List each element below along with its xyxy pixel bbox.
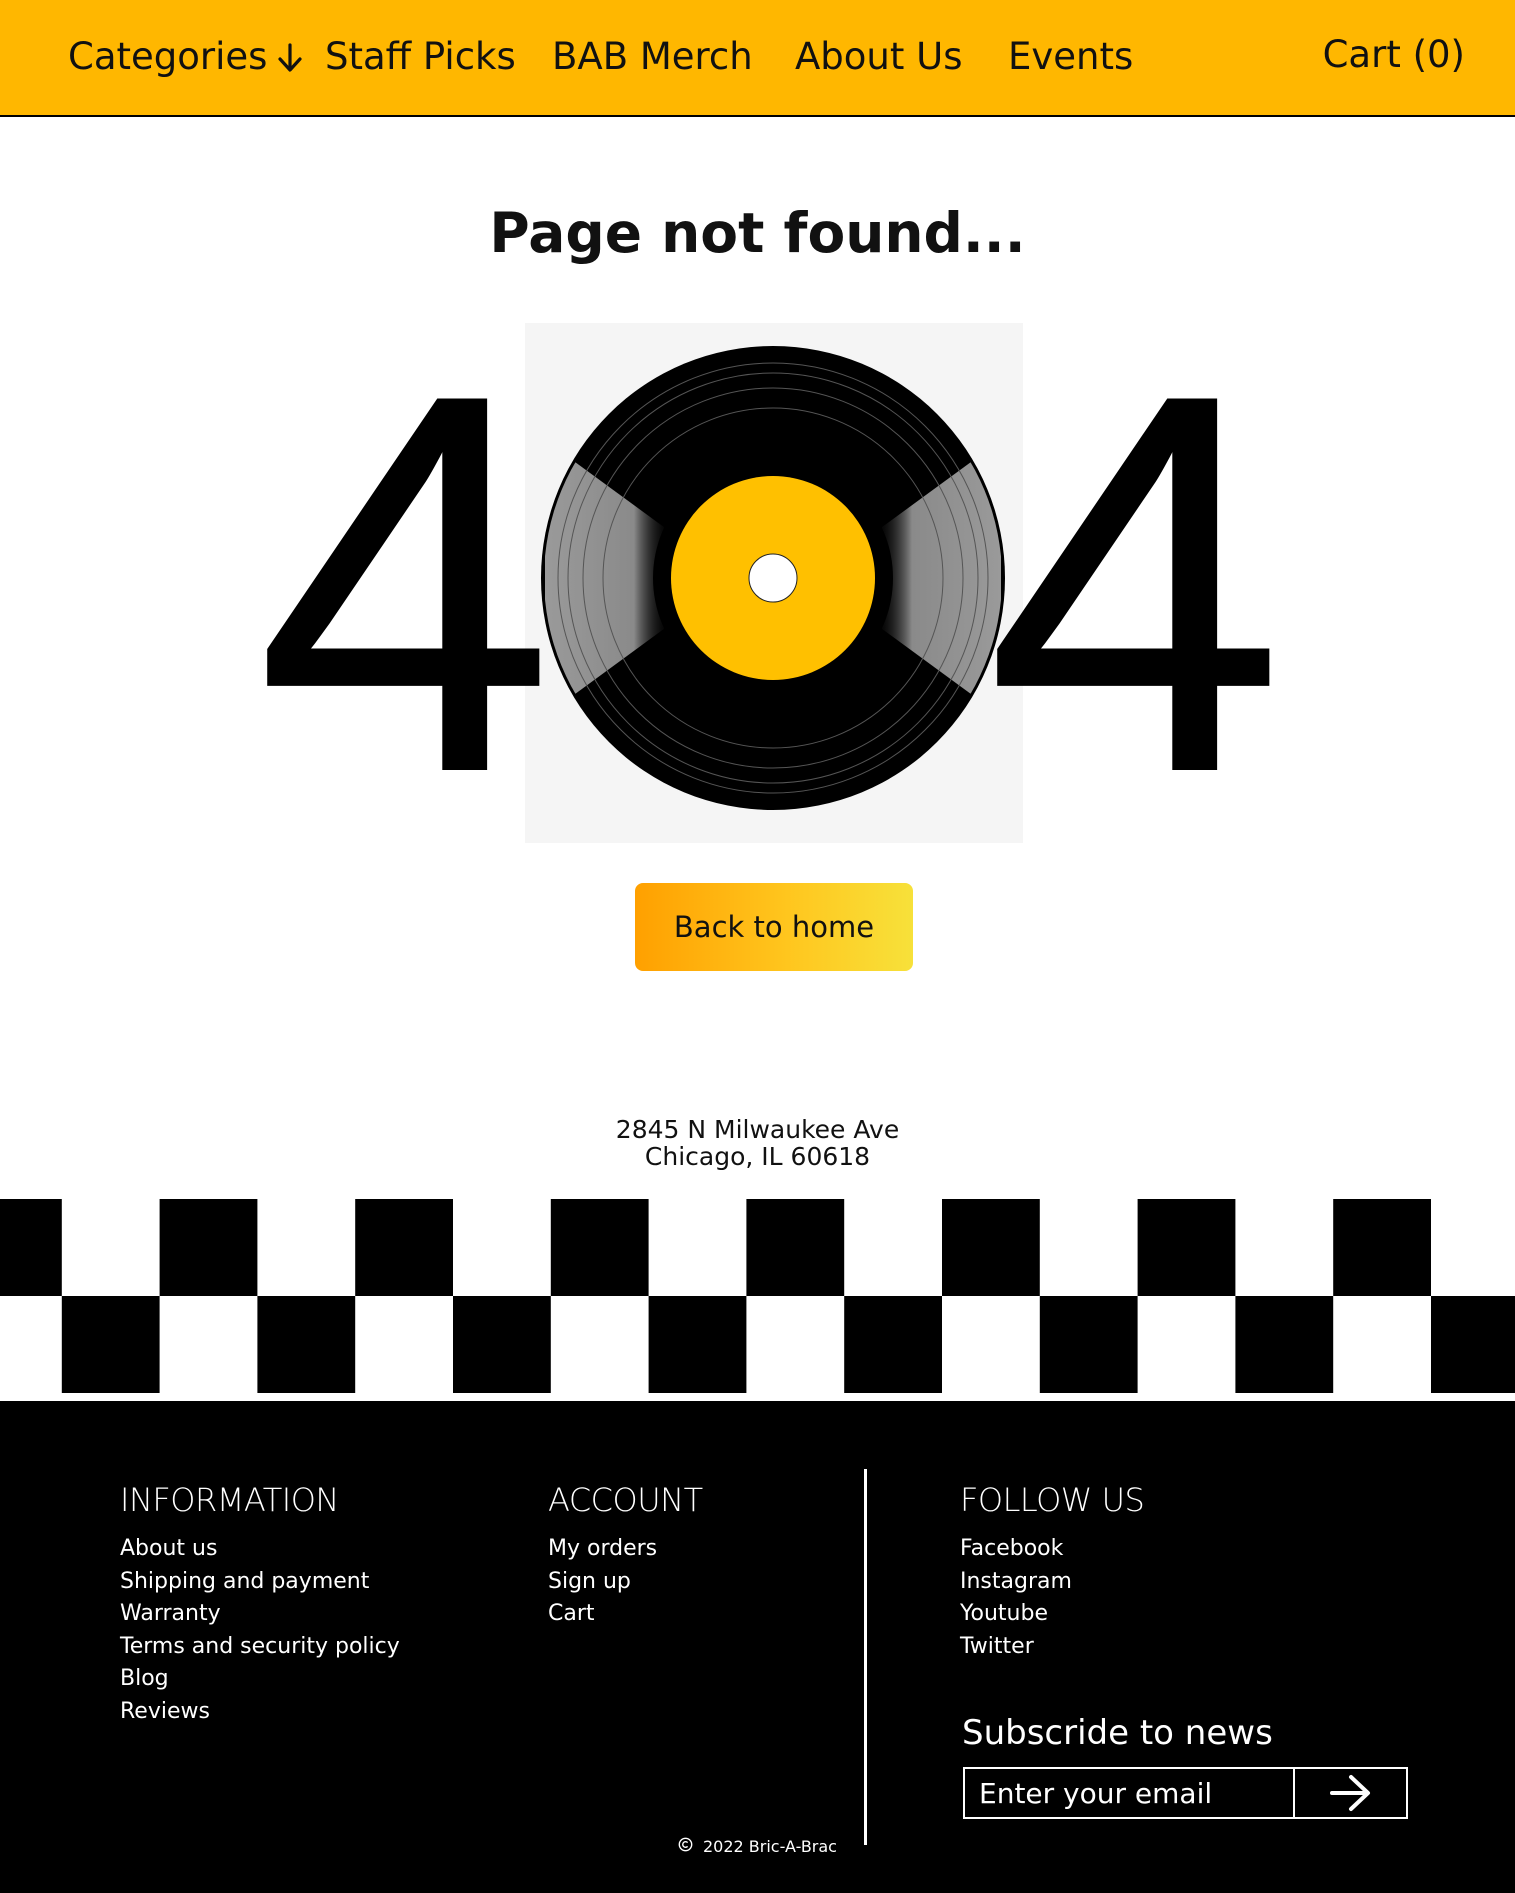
follow-list: Facebook Instagram Youtube Twitter bbox=[960, 1533, 1072, 1663]
store-address: 2845 N Milwaukee Ave Chicago, IL 60618 bbox=[0, 1116, 1515, 1170]
address-line-2: Chicago, IL 60618 bbox=[644, 1142, 871, 1171]
checker-square bbox=[355, 1199, 453, 1296]
nav-categories-label: Categories bbox=[68, 35, 268, 78]
subscribe-submit-button[interactable] bbox=[1295, 1769, 1406, 1817]
nav-events[interactable]: Events bbox=[1008, 32, 1133, 82]
footer-link-terms[interactable]: Terms and security policy bbox=[120, 1631, 400, 1664]
copyright: 2022 Bric-A-Brac bbox=[0, 1837, 1515, 1856]
subscribe-title: Subscride to news bbox=[962, 1713, 1273, 1753]
nav-staff-picks[interactable]: Staff Picks bbox=[325, 32, 516, 82]
checker-square bbox=[0, 1199, 62, 1296]
footer-link-cart[interactable]: Cart bbox=[548, 1598, 657, 1631]
subscribe-form bbox=[963, 1767, 1408, 1819]
footer-link-blog[interactable]: Blog bbox=[120, 1663, 400, 1696]
checker-square bbox=[159, 1199, 258, 1296]
email-input[interactable] bbox=[965, 1769, 1295, 1817]
information-list: About us Shipping and payment Warranty T… bbox=[120, 1533, 400, 1728]
footer-link-twitter[interactable]: Twitter bbox=[960, 1631, 1072, 1664]
footer-link-youtube[interactable]: Youtube bbox=[960, 1598, 1072, 1631]
checker-square bbox=[746, 1199, 845, 1296]
checker-square bbox=[550, 1199, 649, 1296]
checker-square bbox=[257, 1296, 356, 1393]
vinyl-record-icon bbox=[541, 346, 1005, 810]
checker-square bbox=[453, 1296, 551, 1393]
checker-square bbox=[942, 1199, 1040, 1296]
nav-categories[interactable]: Categories bbox=[68, 32, 303, 82]
nav-cart[interactable]: Cart (0) bbox=[1323, 30, 1465, 80]
footer-divider bbox=[864, 1469, 867, 1845]
page-title: Page not found... bbox=[489, 201, 1026, 265]
footer-link-warranty[interactable]: Warranty bbox=[120, 1598, 400, 1631]
copyright-icon bbox=[678, 1837, 693, 1852]
checkered-divider bbox=[0, 1199, 1515, 1393]
checker-square bbox=[648, 1296, 747, 1393]
address-line-1: 2845 N Milwaukee Ave bbox=[615, 1115, 900, 1144]
digit-left: 4 bbox=[255, 320, 555, 850]
footer-link-facebook[interactable]: Facebook bbox=[960, 1533, 1072, 1566]
follow-title: FOLLOW US bbox=[960, 1481, 1145, 1519]
checker-square bbox=[1039, 1296, 1138, 1393]
digit-right: 4 bbox=[985, 320, 1285, 850]
checker-square bbox=[1235, 1296, 1334, 1393]
footer-link-shipping[interactable]: Shipping and payment bbox=[120, 1566, 400, 1599]
checker-square bbox=[1431, 1296, 1515, 1393]
checker-square bbox=[61, 1296, 160, 1393]
checker-square bbox=[1333, 1199, 1431, 1296]
copyright-text: 2022 Bric-A-Brac bbox=[703, 1837, 837, 1856]
account-title: ACCOUNT bbox=[548, 1481, 703, 1519]
footer-link-instagram[interactable]: Instagram bbox=[960, 1566, 1072, 1599]
site-header: Categories Staff Picks BAB Merch About U… bbox=[0, 0, 1515, 117]
footer-link-about-us[interactable]: About us bbox=[120, 1533, 400, 1566]
error-404-illustration: 4 4 bbox=[255, 320, 1285, 850]
nav-about-us[interactable]: About Us bbox=[795, 32, 963, 82]
information-title: INFORMATION bbox=[120, 1481, 339, 1519]
footer-link-reviews[interactable]: Reviews bbox=[120, 1696, 400, 1729]
account-list: My orders Sign up Cart bbox=[548, 1533, 657, 1631]
footer-link-my-orders[interactable]: My orders bbox=[548, 1533, 657, 1566]
arrow-down-icon bbox=[278, 43, 303, 72]
footer-link-sign-up[interactable]: Sign up bbox=[548, 1566, 657, 1599]
site-footer: INFORMATION About us Shipping and paymen… bbox=[0, 1401, 1515, 1893]
nav-bab-merch[interactable]: BAB Merch bbox=[552, 32, 753, 82]
back-to-home-button[interactable]: Back to home bbox=[635, 883, 913, 971]
checker-square bbox=[844, 1296, 942, 1393]
arrow-right-icon bbox=[1329, 1775, 1370, 1811]
checker-square bbox=[1137, 1199, 1236, 1296]
